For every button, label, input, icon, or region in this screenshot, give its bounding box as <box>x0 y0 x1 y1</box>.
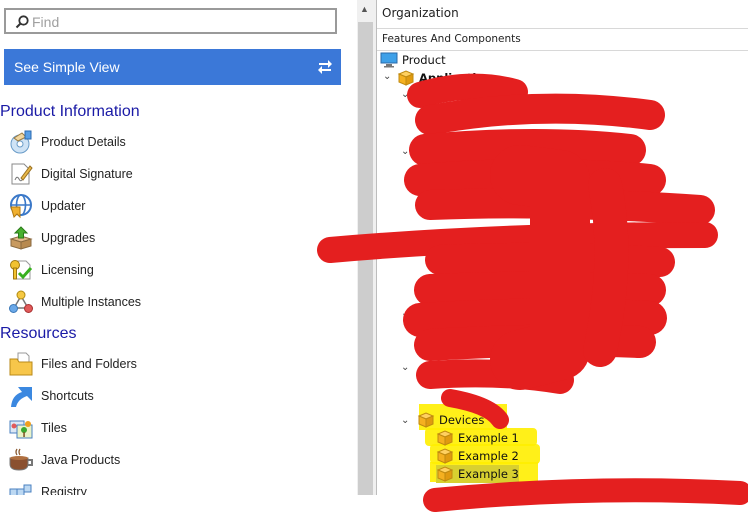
redaction-stroke <box>423 478 748 512</box>
redaction-stroke <box>583 168 629 367</box>
redaction-stroke <box>407 73 528 108</box>
redaction-stroke <box>441 389 509 429</box>
redaction-scribble <box>317 73 748 512</box>
redaction-stroke <box>415 93 665 135</box>
